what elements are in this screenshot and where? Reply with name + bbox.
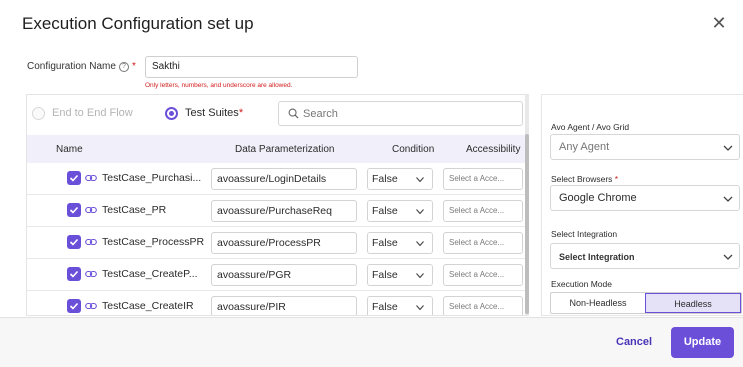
link-icon (85, 206, 97, 214)
condition-value: False (372, 301, 398, 313)
row-checkbox[interactable] (67, 267, 81, 281)
chevron-down-icon (723, 196, 733, 202)
chevron-down-icon (416, 241, 424, 246)
agent-value: Any Agent (559, 141, 610, 153)
test-selection-panel: End to End Flow Test Suites* Search Name… (26, 94, 529, 316)
settings-panel: Avo Agent / Avo Grid Any Agent Select Br… (541, 94, 743, 316)
config-name-label-text: Configuration Name (27, 61, 116, 72)
condition-select[interactable]: False (367, 296, 433, 315)
table-scrollbar[interactable] (525, 94, 529, 316)
execution-mode-label: Execution Mode (551, 279, 612, 289)
table-row: TestCase_ProcessPR avoassure/ProcessPR Fal… (27, 227, 527, 259)
row-checkbox[interactable] (67, 299, 81, 313)
search-placeholder: Search (303, 108, 338, 120)
test-suites-radio[interactable] (165, 107, 178, 120)
link-icon (85, 174, 97, 182)
condition-select[interactable]: False (367, 264, 433, 286)
testcase-name: TestCase_Purchasi... (102, 172, 202, 184)
check-icon (69, 206, 79, 214)
condition-select[interactable]: False (367, 168, 433, 190)
config-name-input[interactable]: Sakthi (145, 56, 358, 78)
link-icon (85, 238, 97, 246)
check-icon (69, 238, 79, 246)
table-row: TestCase_Purchasi... avoassure/LoginDetai… (27, 163, 527, 195)
browsers-label: Select Browsers * (551, 174, 618, 184)
data-parameterization-input[interactable]: avoassure/LoginDetails (211, 168, 357, 190)
condition-select[interactable]: False (367, 232, 433, 254)
row-checkbox[interactable] (67, 171, 81, 185)
data-parameterization-input[interactable]: avoassure/ProcessPR (211, 232, 357, 254)
chevron-down-icon (723, 145, 733, 151)
execution-mode-toggle: Non-Headless Headless (550, 292, 742, 314)
scrollbar-thumb[interactable] (525, 134, 529, 314)
browsers-select[interactable]: Google Chrome (550, 185, 740, 211)
accessibility-select[interactable]: Select a Acce... (443, 296, 523, 315)
browsers-required-mark: * (614, 174, 619, 184)
condition-value: False (372, 237, 398, 249)
column-accessibility: Accessibility (466, 144, 521, 155)
link-icon (85, 302, 97, 310)
update-button[interactable]: Update (671, 327, 734, 358)
agent-label: Avo Agent / Avo Grid (551, 122, 630, 132)
test-suites-label[interactable]: Test Suites* (185, 107, 243, 119)
help-icon[interactable]: ? (118, 61, 129, 72)
chevron-down-icon (416, 209, 424, 214)
condition-value: False (372, 205, 398, 217)
column-data-parameterization: Data Parameterization (235, 144, 335, 155)
table-row: TestCase_CreateP... avoassure/PGR False Sel… (27, 259, 527, 291)
column-condition: Condition (392, 144, 435, 155)
execution-config-dialog: Execution Configuration set up ✕ Configu… (0, 0, 743, 367)
data-parameterization-input[interactable]: avoassure/PGR (211, 264, 357, 286)
row-checkbox[interactable] (67, 235, 81, 249)
check-icon (69, 174, 79, 182)
chevron-down-icon (723, 254, 733, 260)
testcase-name: TestCase_CreateP... (102, 268, 198, 280)
config-name-hint: Only letters, numbers, and underscore ar… (145, 82, 293, 89)
accessibility-select[interactable]: Select a Acce... (443, 168, 523, 190)
check-icon (69, 302, 79, 310)
check-icon (69, 270, 79, 278)
selection-mode-row: End to End Flow Test Suites* Search (27, 95, 528, 133)
testcase-name: TestCase_PR (102, 204, 167, 216)
testcase-name: TestCase_CreateIR (102, 300, 194, 312)
integration-label: Select Integration (551, 229, 618, 239)
accessibility-select[interactable]: Select a Acce... (443, 200, 523, 222)
data-parameterization-input[interactable]: avoassure/PIR (211, 296, 357, 315)
condition-select[interactable]: False (367, 200, 433, 222)
chevron-down-icon (416, 305, 424, 310)
integration-select[interactable]: Select Integration (550, 243, 740, 269)
test-suites-label-text: Test Suites (185, 107, 239, 119)
testcase-name: TestCase_ProcessPR (102, 236, 205, 248)
table-row: TestCase_PR avoassure/PurchaseReq False Sel… (27, 195, 527, 227)
non-headless-button[interactable]: Non-Headless (551, 293, 645, 313)
table-row: TestCase_CreateIR avoassure/PIR False Selec… (27, 291, 527, 315)
accessibility-select[interactable]: Select a Acce... (443, 264, 523, 286)
integration-value: Select Integration (559, 252, 635, 262)
accessibility-select[interactable]: Select a Acce... (443, 232, 523, 254)
test-suites-required-mark: * (238, 107, 244, 119)
cancel-button[interactable]: Cancel (616, 336, 652, 348)
close-icon[interactable]: ✕ (710, 14, 728, 32)
config-name-label: Configuration Name ? * (27, 61, 136, 72)
end-to-end-radio[interactable] (32, 107, 45, 120)
chevron-down-icon (416, 177, 424, 182)
browsers-value: Google Chrome (559, 192, 637, 204)
chevron-down-icon (416, 273, 424, 278)
headless-button[interactable]: Headless (645, 293, 741, 313)
data-parameterization-input[interactable]: avoassure/PurchaseReq (211, 200, 357, 222)
condition-value: False (372, 269, 398, 281)
link-icon (85, 270, 97, 278)
required-mark: * (131, 61, 136, 72)
agent-select[interactable]: Any Agent (550, 134, 740, 160)
browsers-label-text: Select Browsers (551, 174, 613, 184)
table-header: Name Data Parameterization Condition Acc… (27, 135, 527, 163)
row-checkbox[interactable] (67, 203, 81, 217)
column-name: Name (56, 144, 83, 155)
end-to-end-label[interactable]: End to End Flow (52, 107, 133, 119)
dialog-footer: Cancel Update (0, 317, 743, 367)
search-input[interactable]: Search (278, 101, 523, 126)
condition-value: False (372, 173, 398, 185)
search-icon (288, 108, 299, 119)
dialog-title: Execution Configuration set up (22, 14, 254, 33)
